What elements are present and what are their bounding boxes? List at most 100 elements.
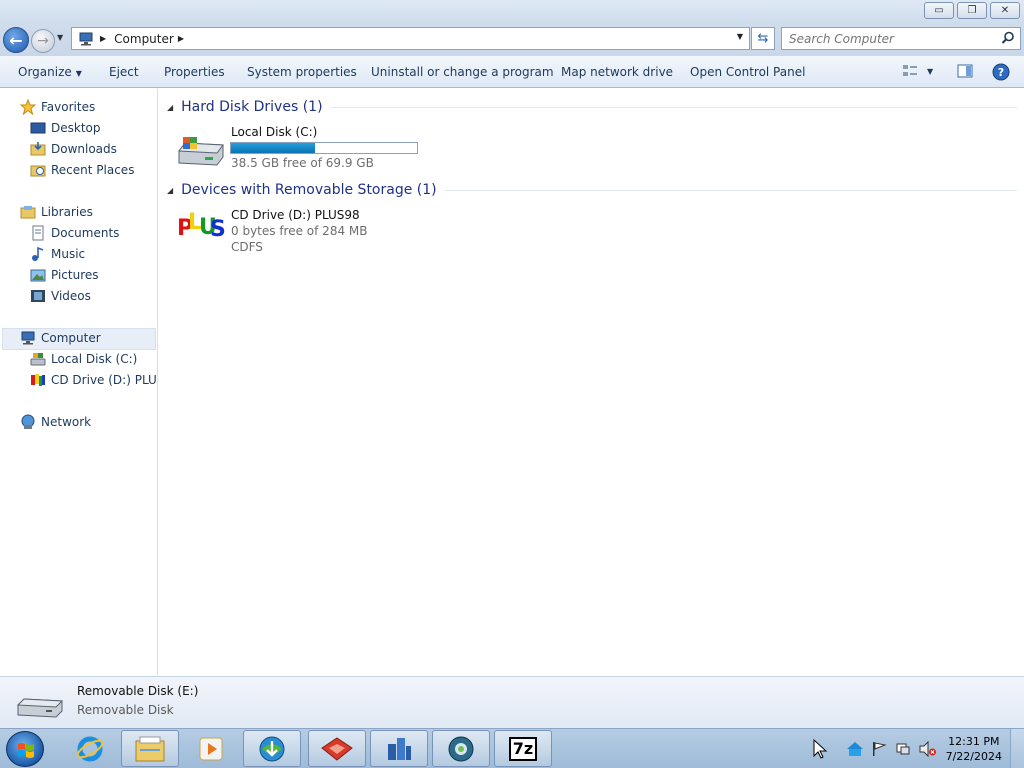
address-bar[interactable]: ▶ Computer ▶ ▼ — [71, 27, 750, 50]
search-input[interactable] — [789, 31, 999, 46]
chevron-right-icon[interactable]: ▶ — [178, 34, 184, 43]
sidebar-item-cd-drive[interactable]: CD Drive (D:) PLUS98 — [30, 370, 157, 390]
forward-button[interactable]: → — [31, 29, 55, 53]
sidebar-item-label: Computer — [41, 331, 101, 345]
show-desktop-button[interactable] — [1010, 729, 1024, 768]
address-dropdown-icon[interactable]: ▼ — [737, 32, 743, 41]
music-note-icon — [30, 246, 46, 262]
building-icon — [388, 737, 411, 760]
refresh-icon: ⇆ — [757, 31, 769, 46]
taskbar-windows-explorer[interactable] — [121, 730, 179, 767]
breadcrumb-computer[interactable]: Computer — [114, 32, 174, 46]
collapse-triangle-icon[interactable]: ◢ — [167, 186, 173, 195]
drive-item-cd-drive[interactable]: P L U S CD Drive (D:) PLUS98 0 bytes fre… — [177, 206, 437, 258]
clock[interactable]: 12:31 PM 7/22/2024 — [946, 734, 1002, 764]
documents-icon — [30, 225, 46, 241]
desktop-icon — [30, 120, 46, 136]
globe-icon — [448, 736, 474, 761]
group-divider — [444, 189, 1017, 191]
sidebar-item-libraries[interactable]: Libraries — [20, 202, 93, 222]
sidebar-item-pictures[interactable]: Pictures — [30, 265, 99, 285]
globe-download-icon — [259, 736, 285, 761]
action-center-flag-icon[interactable] — [871, 741, 887, 757]
hard-drive-icon — [30, 351, 46, 367]
uninstall-program-button[interactable]: Uninstall or change a program — [371, 65, 554, 79]
sidebar-item-label: Videos — [51, 289, 91, 303]
details-pane: Removable Disk (E:) Removable Disk — [0, 676, 1024, 728]
sidebar-item-desktop[interactable]: Desktop — [30, 118, 101, 138]
organize-label: Organize — [18, 65, 72, 79]
sidebar-item-favorites[interactable]: Favorites — [20, 97, 95, 117]
minimize-button[interactable]: ▭ — [924, 2, 954, 19]
svg-text:?: ? — [998, 66, 1004, 79]
restore-button[interactable]: ❐ — [957, 2, 987, 19]
view-options-dropdown-icon[interactable]: ▼ — [927, 67, 933, 76]
back-button[interactable]: ← — [3, 27, 29, 53]
sidebar-item-local-disk[interactable]: Local Disk (C:) — [30, 349, 137, 369]
preview-pane-icon[interactable] — [957, 63, 973, 79]
start-button[interactable] — [6, 731, 44, 767]
sidebar-item-label: CD Drive (D:) PLUS98 — [51, 373, 157, 387]
group-header-removable-storage[interactable]: ◢ Devices with Removable Storage (1) — [167, 180, 1017, 200]
taskbar: 7z 12:31 PM 7/22/2024 — [0, 728, 1024, 768]
map-network-drive-button[interactable]: Map network drive — [561, 65, 673, 79]
drive-item-local-disk[interactable]: Local Disk (C:) 38.5 GB free of 69.9 GB — [177, 123, 437, 171]
chevron-right-icon[interactable]: ▶ — [100, 34, 106, 43]
details-item-name: Removable Disk (E:) — [77, 684, 199, 698]
organize-menu[interactable]: Organize ▼ — [18, 65, 82, 79]
taskbar-internet-download-manager[interactable] — [243, 730, 301, 767]
taskbar-app-red[interactable] — [308, 730, 366, 767]
disk-usage-fill — [231, 143, 315, 153]
details-item-type: Removable Disk — [77, 703, 174, 717]
window-controls: ▭ ❐ ✕ — [924, 2, 1020, 19]
view-options-icon[interactable] — [902, 63, 918, 79]
recent-pages-dropdown[interactable]: ▼ — [57, 33, 67, 47]
plus98-cd-icon: P L U S — [177, 210, 226, 244]
eject-button[interactable]: Eject — [109, 65, 139, 79]
sidebar-item-network[interactable]: Network — [20, 412, 91, 432]
close-button[interactable]: ✕ — [990, 2, 1020, 19]
network-tray-icon[interactable] — [846, 741, 864, 757]
sidebar-item-documents[interactable]: Documents — [30, 223, 119, 243]
properties-button[interactable]: Properties — [164, 65, 225, 79]
network-connection-icon[interactable] — [895, 741, 911, 757]
system-tray — [812, 729, 937, 768]
recent-places-icon — [30, 162, 46, 178]
search-box[interactable] — [781, 27, 1021, 50]
group-header-hard-disk-drives[interactable]: ◢ Hard Disk Drives (1) — [167, 97, 1017, 117]
pictures-icon — [30, 267, 46, 283]
drive-file-system: CDFS — [231, 240, 263, 254]
command-bar: Organize ▼ Eject Properties System proper… — [0, 56, 1024, 88]
system-properties-button[interactable]: System properties — [247, 65, 357, 79]
group-divider — [330, 106, 1017, 108]
search-icon[interactable] — [1001, 31, 1015, 45]
sidebar-item-recent-places[interactable]: Recent Places — [30, 160, 134, 180]
collapse-triangle-icon[interactable]: ◢ — [167, 103, 173, 112]
sidebar-item-label: Recent Places — [51, 163, 135, 177]
sidebar-item-label: Favorites — [41, 100, 96, 114]
downloads-folder-icon — [30, 141, 46, 157]
taskbar-media-player[interactable] — [182, 730, 240, 767]
sidebar-item-label: Network — [41, 415, 92, 429]
taskbar-app-building[interactable] — [370, 730, 428, 767]
title-bar: ▭ ❐ ✕ — [0, 0, 1024, 24]
volume-muted-icon[interactable] — [919, 741, 937, 757]
network-icon — [20, 414, 36, 430]
taskbar-app-globe[interactable] — [432, 730, 490, 767]
internet-explorer-icon — [76, 736, 104, 761]
group-title: Hard Disk Drives (1) — [181, 99, 323, 115]
sidebar-item-label: Desktop — [51, 121, 101, 135]
arrow-right-icon: → — [37, 33, 49, 49]
refresh-button[interactable]: ⇆ — [751, 27, 775, 50]
sidebar-item-label: Music — [51, 247, 86, 261]
help-icon[interactable]: ? — [992, 63, 1010, 81]
sidebar-item-label: Downloads — [51, 142, 117, 156]
taskbar-7zip[interactable]: 7z — [494, 730, 552, 767]
sidebar-item-computer[interactable]: Computer — [20, 328, 101, 348]
taskbar-internet-explorer[interactable] — [61, 730, 119, 767]
sidebar-item-music[interactable]: Music — [30, 244, 85, 264]
sidebar-item-videos[interactable]: Videos — [30, 286, 91, 306]
open-control-panel-button[interactable]: Open Control Panel — [690, 65, 805, 79]
sidebar-item-downloads[interactable]: Downloads — [30, 139, 117, 159]
navigation-pane: Favorites Desktop Downloads Recent Place… — [0, 89, 158, 675]
